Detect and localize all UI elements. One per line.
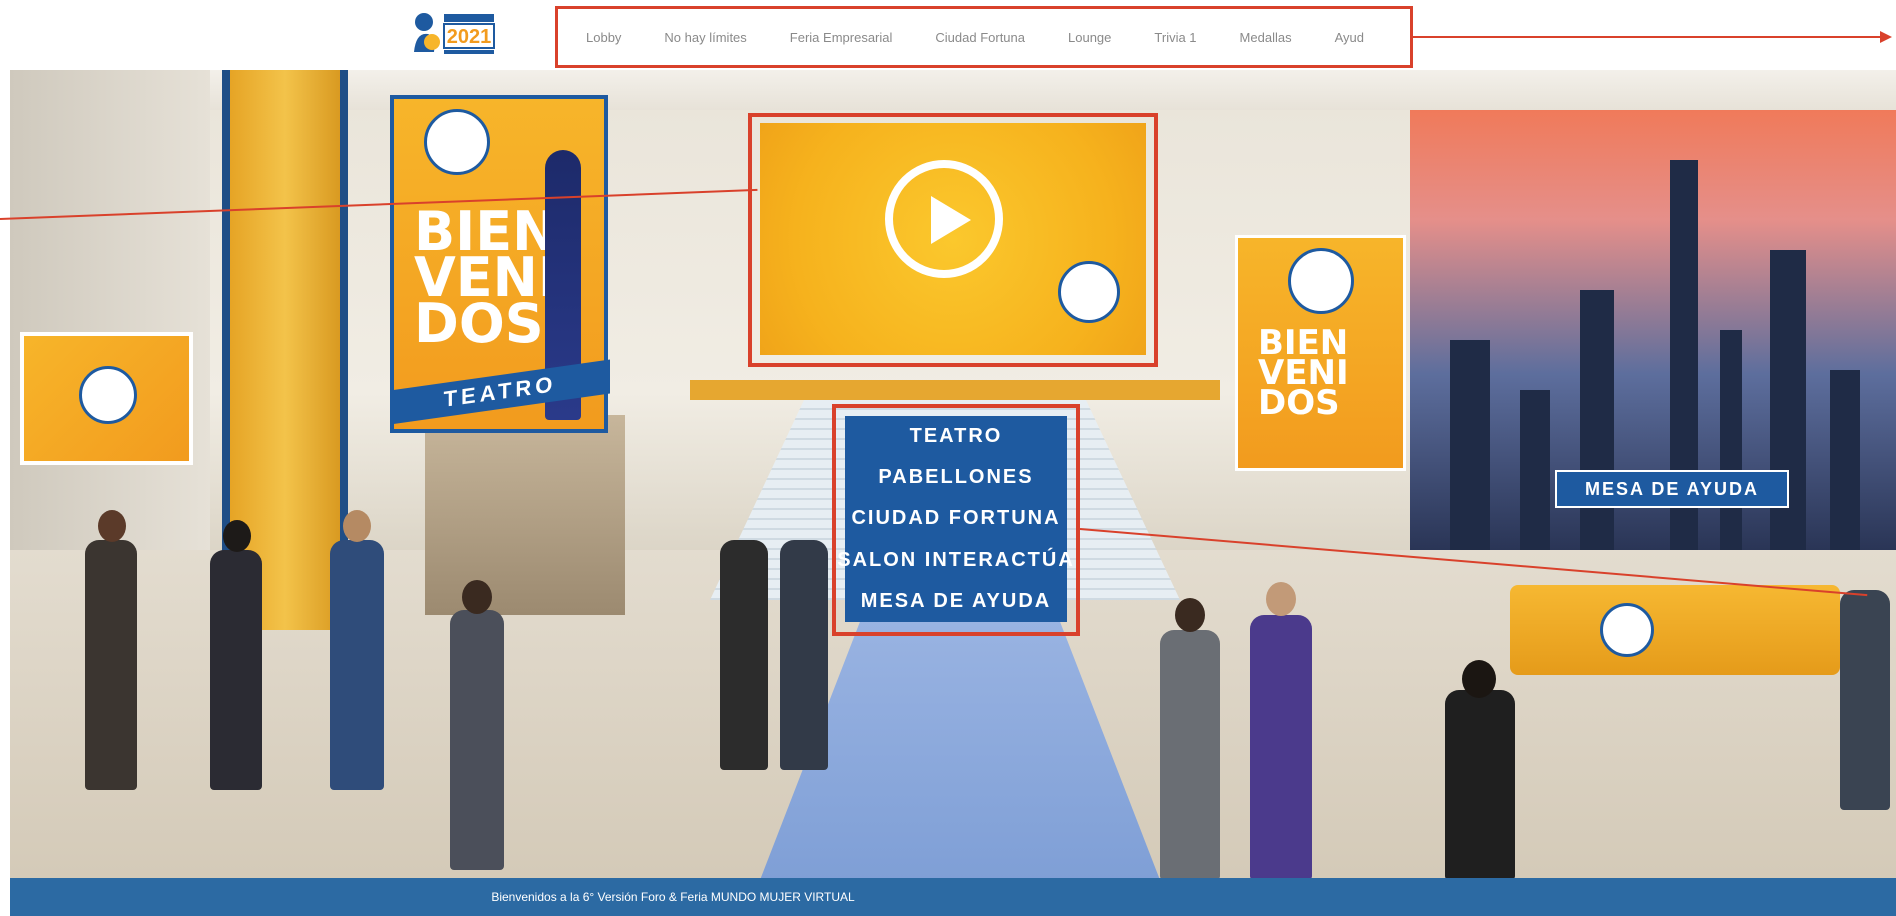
left-wall <box>10 70 210 550</box>
nav-item-no-hay-limites[interactable]: No hay límites <box>664 30 746 45</box>
attendee-figure <box>1160 630 1220 878</box>
attendee-figure <box>720 540 768 770</box>
nav-item-medallas[interactable]: Medallas <box>1240 30 1292 45</box>
welcome-banner-right: BIEN VENI DOS <box>1235 235 1406 471</box>
help-desk[interactable] <box>1510 585 1840 675</box>
attendee-figure <box>450 610 504 870</box>
balcony-railing <box>690 380 1220 400</box>
skyscraper <box>1520 390 1550 550</box>
attendee-figure <box>85 540 137 790</box>
brand-badge-icon <box>424 109 490 175</box>
attendee-head <box>462 580 492 614</box>
attendee-head <box>1175 598 1205 632</box>
footer-welcome-text: Bienvenidos a la 6° Versión Foro & Feria… <box>491 890 855 904</box>
nav-item-trivia[interactable]: Trivia 1 <box>1154 30 1196 45</box>
skyscraper <box>1580 290 1614 550</box>
welcome-banner-left-text: BIEN VENI DOS <box>414 200 558 355</box>
directory-highlight-box <box>832 404 1080 636</box>
nav-item-lounge[interactable]: Lounge <box>1068 30 1111 45</box>
attendee-figure <box>780 540 828 770</box>
skyscraper <box>1830 370 1860 550</box>
footer-bar: Bienvenidos a la 6° Versión Foro & Feria… <box>10 878 1896 916</box>
skyscraper <box>1450 340 1490 550</box>
annotation-arrowhead <box>1880 31 1892 43</box>
attendee-head <box>1266 582 1296 616</box>
main-navigation: Lobby No hay límites Feria Empresarial C… <box>555 6 1413 68</box>
nav-item-ciudad-fortuna[interactable]: Ciudad Fortuna <box>935 30 1025 45</box>
annotation-line-nav <box>1413 36 1883 38</box>
attendee-head <box>223 520 251 552</box>
logo-year-text: 2021 <box>447 26 492 48</box>
mesa-de-ayuda-sign[interactable]: MESA DE AYUDA <box>1555 470 1789 508</box>
attendee-figure <box>1840 590 1890 810</box>
nav-item-lobby[interactable]: Lobby <box>586 30 621 45</box>
nav-item-feria-empresarial[interactable]: Feria Empresarial <box>790 30 893 45</box>
brand-badge-icon <box>1288 248 1354 314</box>
attendee-figure <box>210 550 262 790</box>
welcome-banner-right-text: BIEN VENI DOS <box>1258 323 1349 423</box>
event-logo[interactable]: 2021 <box>410 8 498 58</box>
video-highlight-box <box>748 113 1158 367</box>
skyscraper <box>1720 330 1742 550</box>
brand-badge-icon <box>1600 603 1654 657</box>
top-bar: 2021 Lobby No hay límites Feria Empresar… <box>0 0 1896 70</box>
teatro-doorway[interactable] <box>425 415 625 615</box>
attendee-figure <box>330 540 384 790</box>
brand-badge-icon <box>79 366 137 424</box>
left-wall-poster <box>20 332 193 465</box>
attendee-head <box>98 510 126 542</box>
attendee-head <box>1462 660 1496 698</box>
nav-item-ayuda[interactable]: Ayud <box>1335 30 1364 45</box>
attendee-figure <box>1445 690 1515 878</box>
attendee-head <box>343 510 371 542</box>
attendee-figure <box>1250 615 1312 878</box>
